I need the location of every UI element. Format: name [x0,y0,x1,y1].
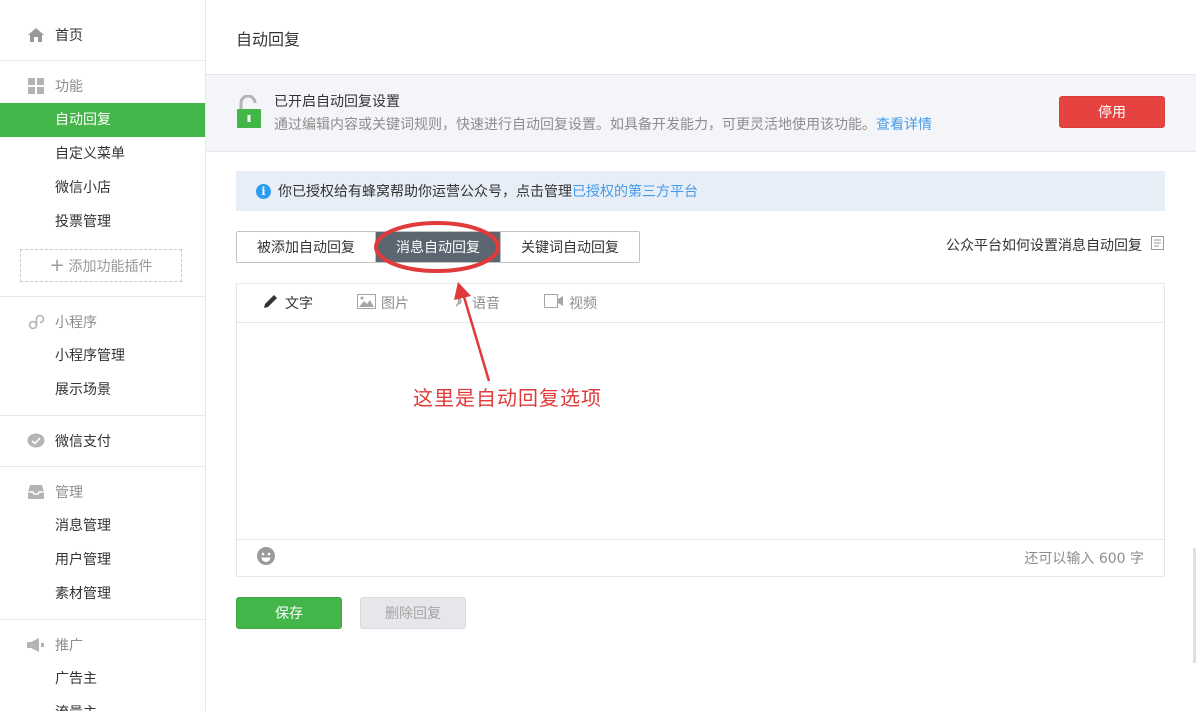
tool-label: 文字 [285,296,313,312]
video-icon [544,294,569,312]
sidebar-item-material-management[interactable]: 素材管理 [0,577,205,611]
tool-voice[interactable]: 语音 [453,293,500,313]
reply-editor: 文字 图片 语音 视频 还可以输入 600 字 [236,283,1165,577]
sidebar-section-mini-program: 小程序 [0,305,205,339]
tool-video[interactable]: 视频 [544,293,597,313]
tool-label: 语音 [472,296,500,312]
emoji-icon[interactable] [256,546,276,570]
nav-group-home: 首页 [0,0,205,61]
editor-footer: 还可以输入 600 字 [237,539,1164,576]
sidebar-section-management: 管理 [0,475,205,509]
tab-message-auto-reply[interactable]: 消息自动回复 [376,232,501,262]
third-party-link[interactable]: 已授权的第三方平台 [572,181,698,201]
sidebar-item-home[interactable]: 首页 [0,18,205,52]
image-icon [357,293,381,313]
char-count: 还可以输入 600 字 [1024,551,1144,567]
details-link[interactable]: 查看详情 [876,117,932,133]
disable-button[interactable]: 停用 [1059,96,1165,128]
sidebar-item-label: 首页 [55,28,83,44]
sidebar-item-custom-menu[interactable]: 自定义菜单 [0,137,205,171]
tab-added-auto-reply[interactable]: 被添加自动回复 [237,232,376,262]
nav-group-mini-program: 小程序 小程序管理 展示场景 [0,297,205,416]
info-icon: i [256,183,271,199]
nav-group-management: 管理 消息管理 用户管理 素材管理 [0,467,205,620]
status-description-text: 通过编辑内容或关键词规则，快速进行自动回复设置。如具备开发能力，可更灵活地使用该… [274,117,876,133]
sidebar-section-features: 功能 [0,69,205,103]
tool-label: 视频 [569,296,597,312]
sidebar-item-mini-program-management[interactable]: 小程序管理 [0,339,205,373]
sidebar-item-message-management[interactable]: 消息管理 [0,509,205,543]
sidebar-item-vote-management[interactable]: 投票管理 [0,205,205,239]
megaphone-icon [26,635,46,655]
sidebar-section-promotion: 推广 [0,628,205,662]
status-description: 通过编辑内容或关键词规则，快速进行自动回复设置。如具备开发能力，可更灵活地使用该… [274,114,932,134]
help-link[interactable]: 公众平台如何设置消息自动回复 [946,235,1164,255]
inbox-icon [26,482,46,502]
section-title: 管理 [55,485,83,501]
main-content: 自动回复 已开启自动回复设置 通过编辑内容或关键词规则，快速进行自动回复设置。如… [206,0,1196,711]
section-title: 小程序 [55,315,97,331]
nav-group-promotion: 推广 广告主 流量主 [0,620,205,711]
link-icon [26,312,46,332]
info-bar: i 你已授权给有蜂窝帮助你运营公众号，点击管理 已授权的第三方平台 [236,171,1165,211]
document-icon [1151,236,1164,254]
page-title: 自动回复 [236,30,301,49]
pencil-icon [262,292,285,314]
status-panel: 已开启自动回复设置 通过编辑内容或关键词规则，快速进行自动回复设置。如具备开发能… [206,74,1196,152]
help-link-text: 公众平台如何设置消息自动回复 [946,238,1142,254]
editor-toolbar: 文字 图片 语音 视频 [237,284,1164,323]
sidebar-item-wechat-store[interactable]: 微信小店 [0,171,205,205]
unlock-icon [236,94,262,133]
sidebar-item-display-scenes[interactable]: 展示场景 [0,373,205,407]
tool-text[interactable]: 文字 [262,292,313,314]
status-title: 已开启自动回复设置 [274,94,400,110]
sidebar-item-wechat-pay[interactable]: 微信支付 [0,424,205,458]
wechat-pay-icon [26,431,46,451]
sidebar-item-publisher[interactable]: 流量主 [0,696,205,711]
sidebar-item-auto-reply[interactable]: 自动回复 [0,103,205,137]
add-plugin-button[interactable]: + 添加功能插件 [20,249,182,282]
section-title: 功能 [55,79,83,95]
sidebar-item-user-management[interactable]: 用户管理 [0,543,205,577]
save-button[interactable]: 保存 [236,597,342,629]
home-icon [26,25,46,45]
nav-group-wechat-pay: 微信支付 [0,416,205,467]
info-text: 你已授权给有蜂窝帮助你运营公众号，点击管理 [278,184,572,200]
plus-icon: + [49,254,65,276]
tab-keyword-auto-reply[interactable]: 关键词自动回复 [501,232,639,262]
mic-icon [453,293,472,313]
sidebar-item-label: 微信支付 [55,434,111,450]
reply-type-tabs: 被添加自动回复 消息自动回复 关键词自动回复 [236,231,640,263]
add-plugin-label: 添加功能插件 [68,258,153,275]
reply-text-area[interactable] [237,323,1164,539]
delete-reply-button: 删除回复 [360,597,466,629]
grid-icon [26,76,46,96]
sidebar: 首页 功能 自动回复 自定义菜单 微信小店 投票管理 + 添加功能插件 小程序 … [0,0,206,711]
section-title: 推广 [55,638,83,654]
sidebar-item-advertiser[interactable]: 广告主 [0,662,205,696]
nav-group-features: 功能 自动回复 自定义菜单 微信小店 投票管理 + 添加功能插件 [0,61,205,297]
tool-image[interactable]: 图片 [357,293,409,313]
tool-label: 图片 [381,296,409,312]
